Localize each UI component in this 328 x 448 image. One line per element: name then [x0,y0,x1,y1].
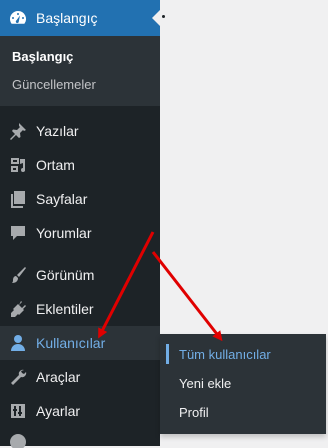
dashboard-icon [0,8,36,28]
menu-item-tools[interactable]: Araçlar [0,360,160,394]
menu-label-posts: Yazılar [36,123,79,139]
cursor-dot [162,15,165,18]
pages-icon [0,189,36,209]
media-icon [0,155,36,175]
menu-label-pages: Sayfalar [36,191,88,207]
menu-item-users[interactable]: Kullanıcılar [0,326,160,360]
menu-label-tools: Araçlar [36,369,81,385]
menu-item-dashboard[interactable]: Başlangıç [0,0,160,36]
menu-item-collapse[interactable] [0,428,160,448]
pin-icon [0,121,36,141]
menu-label-media: Ortam [36,157,75,173]
menu-item-media[interactable]: Ortam [0,148,160,182]
flyout-item-add-new[interactable]: Yeni ekle [160,369,326,398]
menu-label-appearance: Görünüm [36,267,95,283]
menu-separator [0,250,160,258]
flyout-item-profile[interactable]: Profil [160,398,326,427]
admin-sidebar: Başlangıç Başlangıç Güncellemeler Yazıla… [0,0,160,448]
settings-icon [0,401,36,421]
wrench-icon [0,367,36,387]
user-icon [0,333,36,353]
menu-item-pages[interactable]: Sayfalar [0,182,160,216]
comment-icon [0,223,36,243]
menu-item-comments[interactable]: Yorumlar [0,216,160,250]
menu-label-plugins: Eklentiler [36,301,94,317]
menu-label-settings: Ayarlar [36,403,81,419]
menu-label-dashboard: Başlangıç [36,10,98,26]
dashboard-submenu: Başlangıç Güncellemeler [0,36,160,106]
collapse-icon [0,428,36,448]
submenu-item-updates[interactable]: Güncellemeler [0,70,160,98]
menu-separator [0,106,160,114]
menu-item-appearance[interactable]: Görünüm [0,258,160,292]
menu-item-plugins[interactable]: Eklentiler [0,292,160,326]
flyout-item-all-users[interactable]: Tüm kullanıcılar [160,340,326,369]
plugin-icon [0,299,36,319]
menu-item-posts[interactable]: Yazılar [0,114,160,148]
users-flyout-submenu: Tüm kullanıcılar Yeni ekle Profil [160,334,326,434]
menu-label-comments: Yorumlar [36,225,92,241]
menu-label-users: Kullanıcılar [36,335,106,351]
brush-icon [0,265,36,285]
submenu-item-home[interactable]: Başlangıç [0,42,160,70]
menu-item-settings[interactable]: Ayarlar [0,394,160,428]
